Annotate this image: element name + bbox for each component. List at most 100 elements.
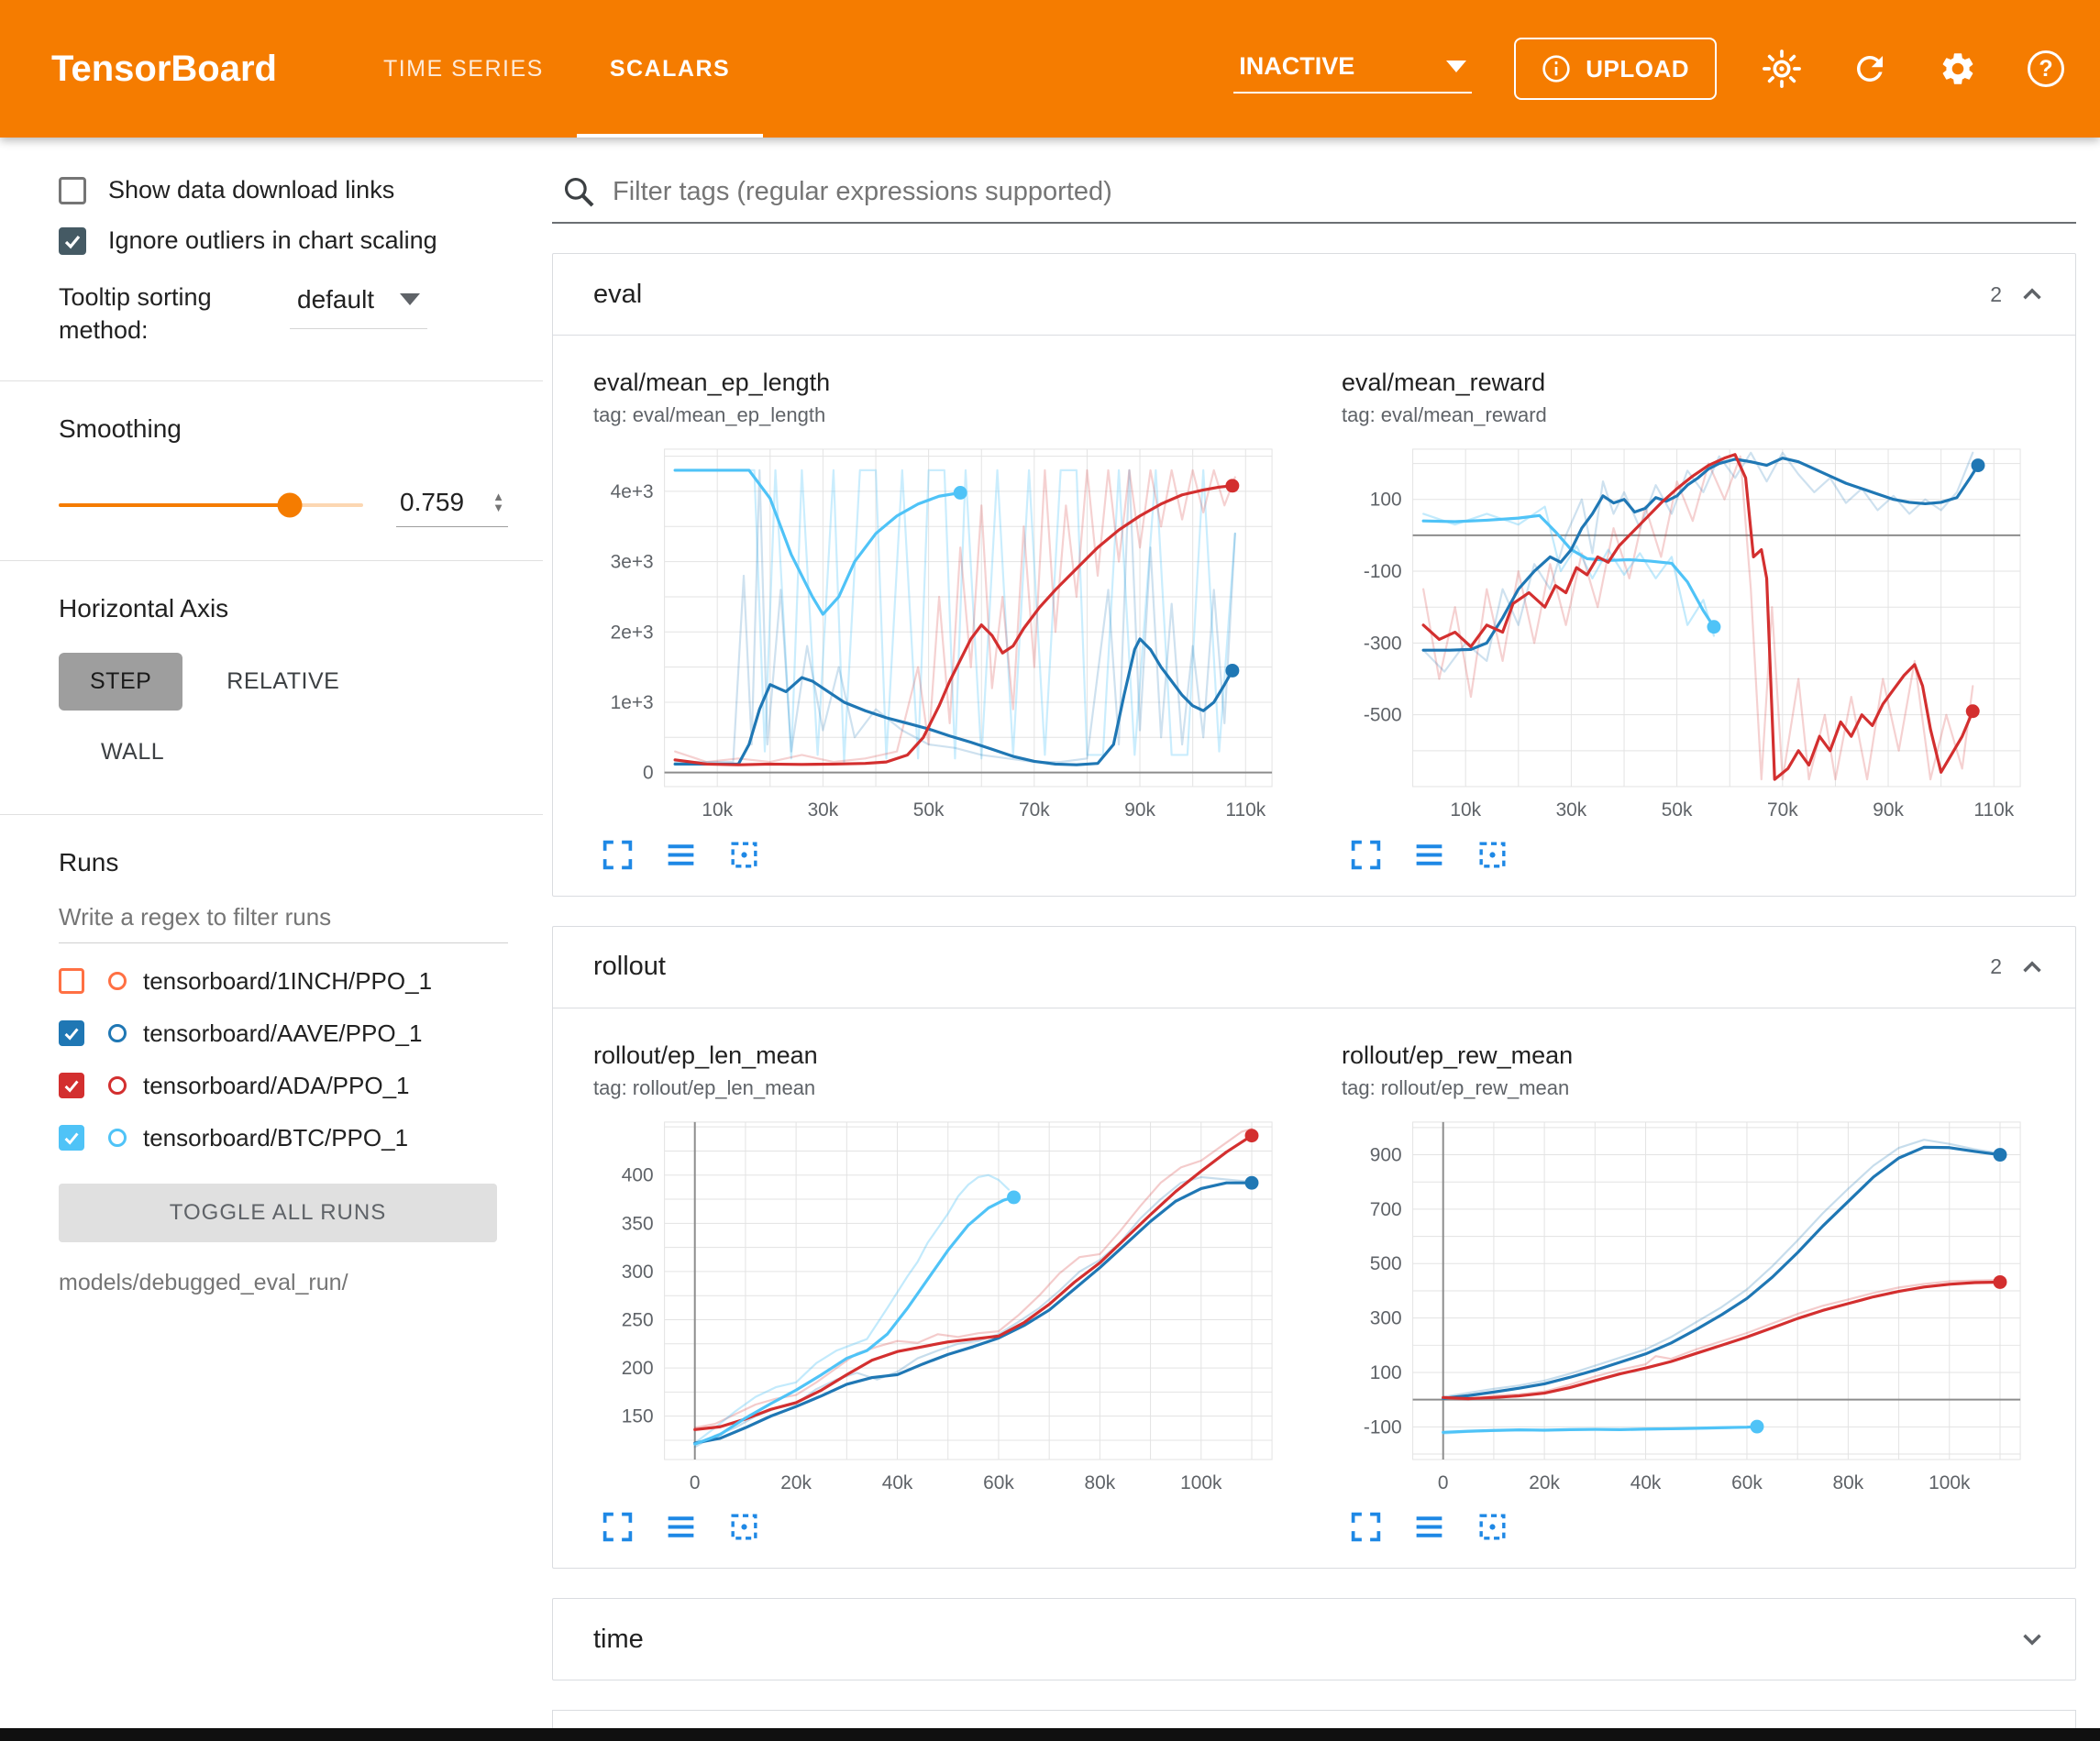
tooltip-sorting-row: Tooltip sorting method: default [59,281,508,347]
toggle-y-axis-icon[interactable] [1412,838,1446,872]
runs-filter-input[interactable] [59,903,508,931]
smoothing-slider[interactable] [59,503,363,507]
scalars-main: eval 2 eval/mean_ep_length tag: eval/mea… [543,138,2100,1741]
fit-domain-icon[interactable] [1476,838,1509,872]
toggle-all-runs-button[interactable]: TOGGLE ALL RUNS [59,1184,497,1242]
brightness-toggle-button[interactable] [1759,46,1805,92]
svg-text:100k: 100k [1929,1472,1971,1493]
svg-text:900: 900 [1370,1144,1402,1165]
toggle-y-axis-icon[interactable] [1412,1510,1446,1544]
svg-text:10k: 10k [702,799,733,821]
refresh-button[interactable] [1847,46,1893,92]
svg-text:3e+3: 3e+3 [611,552,654,573]
chart-tag: tag: eval/mean_reward [1342,403,2035,427]
tooltip-sorting-select[interactable]: default [290,281,427,329]
run-checkbox[interactable] [59,1125,84,1151]
run-row-btc: tensorboard/BTC/PPO_1 [59,1124,508,1152]
chart-plot[interactable]: 020k40k60k80k100k150200250300350400 [593,1109,1287,1502]
svg-text:-100: -100 [1364,561,1402,582]
run-row-ada: tensorboard/ADA/PPO_1 [59,1072,508,1100]
expand-chart-icon[interactable] [601,838,635,872]
svg-text:-100: -100 [1364,1416,1402,1438]
card-rollout: rollout 2 rollout/ep_len_mean tag: rollo… [552,926,2076,1570]
chart-rollout-ep-rew-mean: rollout/ep_rew_mean tag: rollout/ep_rew_… [1342,1041,2035,1545]
svg-text:90k: 90k [1124,799,1155,821]
chevron-up-icon[interactable] [2017,952,2048,983]
svg-text:110k: 110k [1973,799,2014,821]
chevron-down-icon[interactable] [2017,1624,2048,1655]
run-checkbox[interactable] [59,1073,84,1098]
chevron-up-icon[interactable] [2017,279,2048,310]
axis-relative-button[interactable]: RELATIVE [195,653,370,711]
tag-filter-box [552,174,2076,224]
svg-text:110k: 110k [1225,799,1266,821]
card-title: eval [593,280,642,310]
expand-chart-icon[interactable] [601,1510,635,1544]
toggle-y-axis-icon[interactable] [664,838,698,872]
chart-plot[interactable]: 10k30k50k70k90k110k-500-300-100100 [1342,436,2035,829]
search-icon [561,174,596,209]
card-eval-header[interactable]: eval 2 [553,254,2075,336]
show-download-links-checkbox[interactable] [59,177,86,204]
status-dropdown-value: INACTIVE [1239,52,1354,81]
runs-label: Runs [59,848,508,877]
svg-text:100: 100 [1370,490,1402,511]
top-bar: TensorBoard TIME SERIES SCALARS INACTIVE… [0,0,2100,138]
settings-button[interactable] [1935,46,1981,92]
chevron-down-icon [400,293,420,305]
svg-text:70k: 70k [1767,799,1798,821]
chart-eval-mean-reward: eval/mean_reward tag: eval/mean_reward 1… [1342,369,2035,872]
status-dropdown[interactable]: INACTIVE [1233,45,1472,94]
chart-title: eval/mean_ep_length [593,369,1287,397]
expand-chart-icon[interactable] [1349,1510,1383,1544]
help-button[interactable]: ? [2023,46,2069,92]
expand-chart-icon[interactable] [1349,838,1383,872]
axis-step-button[interactable]: STEP [59,653,182,711]
chart-plot[interactable]: 10k30k50k70k90k110k01e+32e+33e+34e+3 [593,436,1287,829]
toggle-y-axis-icon[interactable] [664,1510,698,1544]
card-count: 2 [1990,954,2002,979]
smoothing-label: Smoothing [59,414,508,444]
svg-text:0: 0 [1438,1472,1449,1493]
smoothing-value-box: ▲▼ [396,484,508,527]
ignore-outliers-row: Ignore outliers in chart scaling [59,226,508,255]
upload-button[interactable]: UPLOAD [1514,38,1717,100]
tab-scalars[interactable]: SCALARS [577,0,763,138]
svg-text:150: 150 [622,1405,654,1427]
tag-filter-input[interactable] [613,177,2076,207]
fit-domain-icon[interactable] [727,838,761,872]
show-download-links-row: Show data download links [59,176,508,204]
run-label: tensorboard/1INCH/PPO_1 [143,967,432,996]
sidebar-divider [0,380,543,381]
card-rollout-header[interactable]: rollout 2 [553,927,2075,1008]
smoothing-slider-knob[interactable] [277,493,302,518]
svg-text:-500: -500 [1364,705,1402,726]
chart-plot[interactable]: 020k40k60k80k100k-100100300500700900 [1342,1109,2035,1502]
ignore-outliers-label: Ignore outliers in chart scaling [108,226,437,255]
settings-sidebar: Show data download links Ignore outliers… [0,138,543,1741]
axis-wall-button[interactable]: WALL [70,723,195,781]
help-icon: ? [2028,50,2064,87]
tab-time-series[interactable]: TIME SERIES [350,0,577,138]
chart-title: rollout/ep_rew_mean [1342,1041,2035,1070]
svg-text:70k: 70k [1019,799,1050,821]
horizontal-axis-label: Horizontal Axis [59,594,508,623]
stepper-arrows-icon[interactable]: ▲▼ [492,491,504,513]
run-color-icon [108,1076,127,1095]
run-checkbox[interactable] [59,968,84,994]
run-checkbox[interactable] [59,1020,84,1046]
chart-title: rollout/ep_len_mean [593,1041,1287,1070]
run-color-icon [108,1024,127,1042]
card-time-header[interactable]: time [553,1599,2075,1680]
chart-eval-mean-ep-length: eval/mean_ep_length tag: eval/mean_ep_le… [593,369,1287,872]
svg-text:30k: 30k [808,799,839,821]
svg-text:500: 500 [1370,1253,1402,1274]
ignore-outliers-checkbox[interactable] [59,227,86,255]
run-color-icon [108,1129,127,1147]
fit-domain-icon[interactable] [727,1510,761,1544]
svg-text:400: 400 [622,1164,654,1185]
smoothing-value-input[interactable] [400,488,475,517]
chart-rollout-ep-len-mean: rollout/ep_len_mean tag: rollout/ep_len_… [593,1041,1287,1545]
svg-text:0: 0 [690,1472,701,1493]
fit-domain-icon[interactable] [1476,1510,1509,1544]
